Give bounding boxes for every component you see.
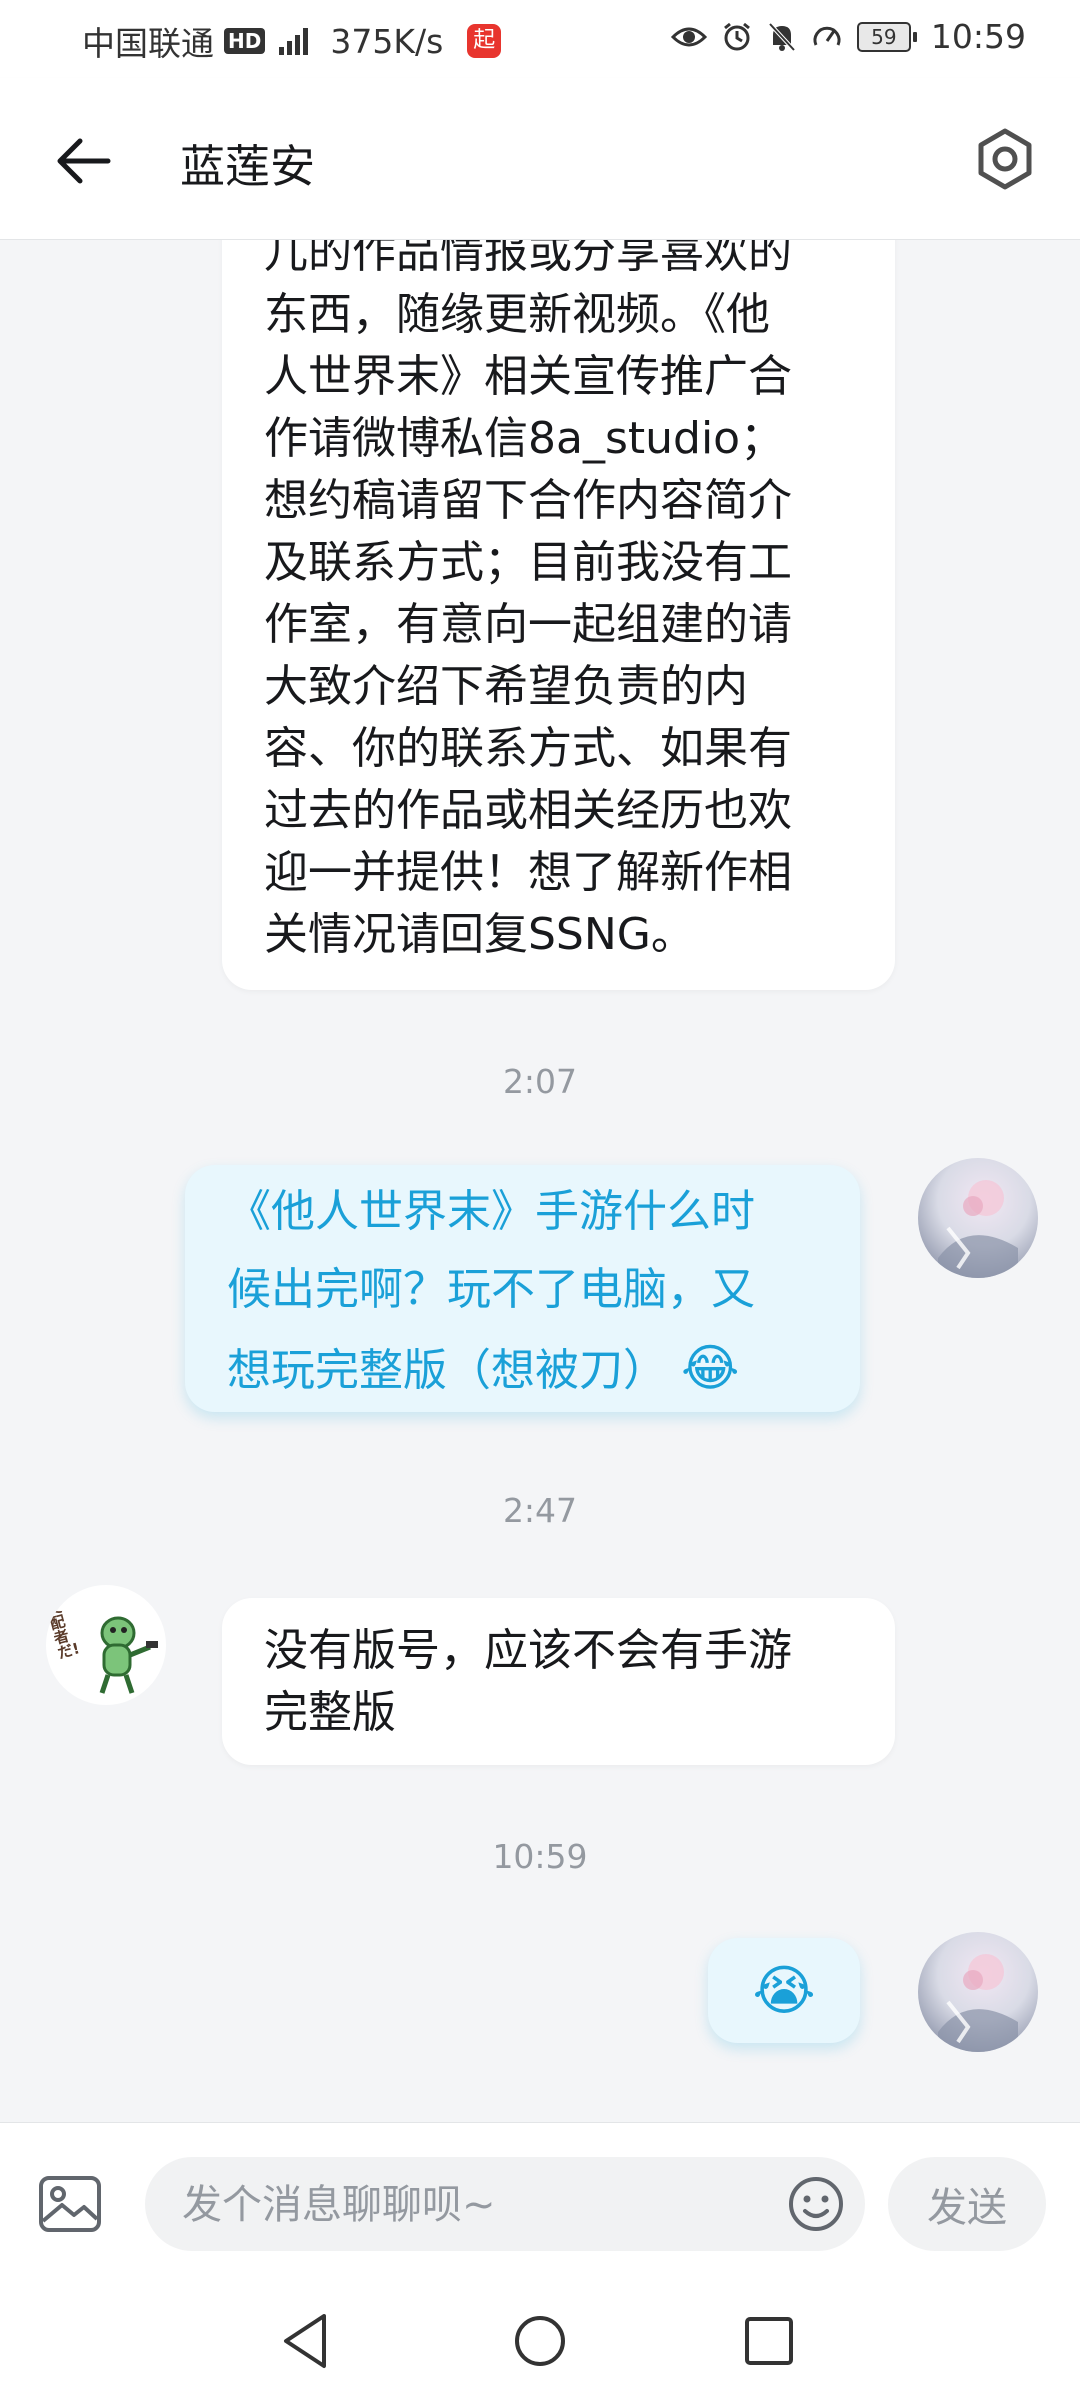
message-line: 儿的作品情报或分享喜欢的 [264,240,792,278]
nav-recents-icon[interactable] [736,2308,802,2374]
emoji-picker-icon[interactable] [787,2175,845,2233]
page-title: 蓝莲安 [180,140,316,193]
message-line: 想约稿请留下合作内容简介 [264,475,792,526]
clock: 10:59 [930,17,1026,56]
message-line: 完整版 [264,1687,396,1738]
message-line: 东西，随缘更新视频。《他 [264,289,770,340]
self-avatar[interactable] [918,1932,1038,2052]
status-right: 59 10:59 [670,17,1026,56]
message-bubble-incoming[interactable]: 儿的作品情报或分享喜欢的 东西，随缘更新视频。《他 人世界末》相关宣传推广合 作… [222,240,895,990]
battery-level: 59 [856,21,911,52]
self-avatar[interactable] [918,1158,1038,1278]
message-timestamp: 2:47 [502,1491,578,1530]
back-arrow-icon[interactable] [50,126,120,196]
message-bubble-outgoing[interactable]: 《他人世界末》手游什么时 候出完啊？玩不了电脑，又 想玩完整版（想被刀） 😂 [185,1165,860,1412]
mute-bell-icon [768,22,796,51]
message-input[interactable] [180,2157,744,2253]
signal-icon [279,27,309,55]
message-line: 想玩完整版（想被刀） 😂 [227,1329,818,1410]
alarm-icon [723,22,750,50]
eye-icon [670,27,707,46]
message-line: 及联系方式；目前我没有工 [264,537,792,588]
hd-badge: HD [224,28,266,54]
network-speed: 375K/s [330,21,444,61]
send-button[interactable]: 发送 [888,2157,1046,2251]
message-line: 过去的作品或相关经历也欢 [264,785,792,836]
message-line: 容、你的联系方式、如果有 [264,723,792,774]
message-line: 作室，有意向一起组建的请 [264,599,792,650]
nav-back-icon[interactable] [272,2308,338,2374]
message-input-wrapper [145,2157,865,2253]
message-composer: 发送 [0,2122,1080,2283]
avatar-art [938,1180,1018,1278]
message-line: 关情况请回复SSNG。 [264,909,695,960]
crying-emoji-icon: 😭 [752,1959,816,2022]
system-navigation-bar [0,2282,1080,2400]
battery-indicator: 59 [856,21,917,52]
message-text: 想玩完整版（想被刀） [227,1345,667,1396]
message-timestamp: 10:59 [492,1837,588,1876]
message-line: 迎一并提供！想了解新作相 [264,847,792,898]
chat-header: 蓝莲安 [0,78,1080,240]
app-notification-icon: 起 [467,24,502,58]
laughing-crying-emoji-icon: 😂 [681,1339,740,1397]
avatar-art [938,1954,1018,2052]
nav-home-icon[interactable] [507,2308,573,2374]
message-bubble-incoming[interactable]: 没有版号，应该不会有手游 完整版 [222,1598,895,1765]
speed-gauge-icon [813,26,841,46]
carrier-label: 中国联通 [82,24,214,63]
status-bar: 中国联通 HD 375K/s 起 59 10:59 [0,0,1080,78]
message-line: 大致介绍下希望负责的内 [264,661,748,712]
message-line: 候出完啊？玩不了电脑，又 [227,1264,755,1315]
settings-gear-icon[interactable] [970,124,1040,194]
image-picker-icon[interactable] [38,2175,102,2233]
message-line: 没有版号，应该不会有手游 [264,1625,792,1676]
message-line: 人世界末》相关宣传推广合 [264,351,792,402]
chat-message-list[interactable]: 儿的作品情报或分享喜欢的 东西，随缘更新视频。《他 人世界末》相关宣传推广合 作… [0,240,1080,2122]
message-line: 《他人世界末》手游什么时 [227,1186,755,1237]
status-left: 中国联通 HD 375K/s 起 [82,17,502,65]
message-bubble-outgoing[interactable]: 😭 [708,1938,860,2043]
contact-avatar[interactable]: 支配者だ! [46,1585,166,1705]
message-timestamp: 2:07 [502,1062,578,1101]
message-line: 作请微博私信8a_studio； [264,413,785,464]
battery-tip [912,31,917,42]
